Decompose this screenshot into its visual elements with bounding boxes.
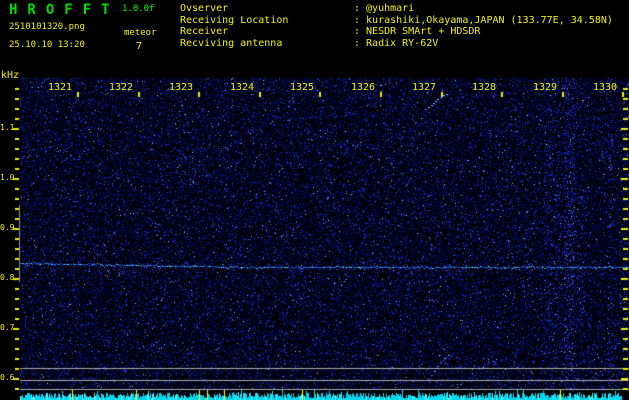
time-tick-label-1323: 1323 xyxy=(168,82,194,93)
time-tick-label-1326: 1326 xyxy=(350,82,376,93)
app-version: 1.0.0f xyxy=(122,4,155,14)
time-tick-label-1328: 1328 xyxy=(471,82,497,93)
info-label: Recviving antenna xyxy=(180,37,283,49)
time-tick-label-1321: 1321 xyxy=(47,82,73,93)
info-value: : kurashiki,Okayama,JAPAN (133.77E, 34.5… xyxy=(354,14,613,26)
output-filename: 2510101320.png xyxy=(9,22,85,32)
spectrogram-canvas xyxy=(0,0,629,400)
time-tick-label-1325: 1325 xyxy=(289,82,315,93)
info-label: Receiving Location xyxy=(180,14,289,26)
observer-info-block: Ovserver : @yuhmari Receiving Location : ku… xyxy=(180,3,613,49)
info-row-1: Receiving Location : kurashiki,Okayama,JA… xyxy=(180,15,613,27)
time-tick-label-1322: 1322 xyxy=(108,82,134,93)
meteor-count: 7 xyxy=(136,41,143,52)
hrofft-output: HROFFT 1.0.0f 2510101320.png meteor 25.1… xyxy=(0,0,629,400)
time-tick-label-1324: 1324 xyxy=(229,82,255,93)
info-label: Receiver xyxy=(180,26,229,37)
info-value: : Radix RY-62V xyxy=(354,37,439,49)
timestamp: 25.10.10 13:20 xyxy=(9,40,85,50)
freq-axis-unit-label: kHz xyxy=(1,70,20,81)
info-label: Ovserver xyxy=(180,3,229,14)
freq-tick-label-0.9: 0.9 xyxy=(0,223,15,232)
info-row-0: Ovserver : @yuhmari xyxy=(180,3,613,15)
info-row-2: Receiver : NESDR SMArt + HDSDR xyxy=(180,26,613,38)
time-tick-label-1330: 1330 xyxy=(592,82,618,93)
info-value: : @yuhmari xyxy=(354,3,415,14)
mode-label: meteor xyxy=(124,28,157,38)
time-tick-label-1327: 1327 xyxy=(411,82,437,93)
info-row-3: Recviving antenna : Radix RY-62V xyxy=(180,38,613,50)
freq-tick-label-0.8: 0.8 xyxy=(0,273,15,282)
freq-tick-label-1.0: 1.0 xyxy=(0,173,15,182)
freq-tick-label-1.1: 1.1 xyxy=(0,123,15,132)
time-tick-label-1329: 1329 xyxy=(532,82,558,93)
app-title: HROFFT xyxy=(9,2,120,18)
info-value: : NESDR SMArt + HDSDR xyxy=(354,26,481,37)
freq-tick-label-0.7: 0.7 xyxy=(0,323,15,332)
freq-tick-label-0.6: 0.6 xyxy=(0,373,15,382)
